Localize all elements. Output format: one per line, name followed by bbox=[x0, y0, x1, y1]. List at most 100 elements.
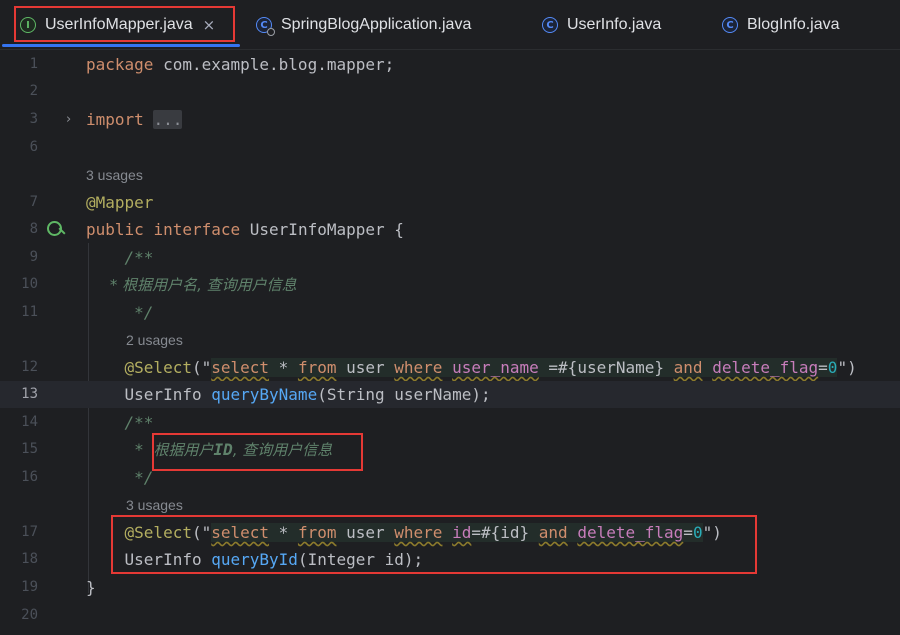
code-text: */ bbox=[86, 464, 153, 491]
code-line[interactable]: 14 /** bbox=[0, 409, 900, 436]
code-line[interactable]: 10 * 根据用户名, 查询用户信息 bbox=[0, 271, 900, 298]
active-tab-indicator bbox=[2, 44, 240, 47]
line-number: 20 bbox=[21, 607, 38, 623]
tab-bloginfo[interactable]: C BlogInfo.java bbox=[722, 0, 840, 50]
tab-label: UserInfo.java bbox=[567, 16, 662, 33]
code-token: * bbox=[86, 440, 154, 459]
code-token: = bbox=[818, 358, 828, 377]
code-token: 0 bbox=[827, 358, 838, 377]
code-token: public bbox=[86, 220, 144, 239]
code-token: * 根据用户名, 查询用户信息 bbox=[86, 276, 297, 294]
code-text: /** bbox=[86, 409, 154, 436]
usages-label[interactable]: 3 usages bbox=[86, 162, 143, 189]
code-token bbox=[702, 358, 713, 377]
fold-expand-icon[interactable]: › bbox=[66, 106, 71, 133]
spring-boot-class-icon: C bbox=[256, 17, 275, 36]
line-number: 19 bbox=[21, 579, 38, 595]
code-text: @Mapper bbox=[86, 189, 153, 216]
line-number: 13 bbox=[21, 386, 38, 402]
code-line[interactable]: 1 package com.example.blog.mapper; bbox=[0, 51, 900, 78]
code-token: select bbox=[211, 358, 270, 377]
line-number: 3 bbox=[29, 111, 38, 127]
class-icon: C bbox=[542, 17, 558, 33]
tab-label: SpringBlogApplication.java bbox=[281, 16, 472, 33]
code-line[interactable]: 11 */ bbox=[0, 299, 900, 326]
usages-label[interactable]: 2 usages bbox=[126, 327, 183, 354]
code-token: */ bbox=[86, 468, 154, 487]
code-line[interactable]: 12 @Select("select * from user where use… bbox=[0, 354, 900, 381]
code-token: com.example.blog.mapper; bbox=[153, 55, 395, 74]
line-number: 7 bbox=[29, 194, 38, 210]
code-token: ... bbox=[153, 110, 183, 129]
tab-userinfo[interactable]: C UserInfo.java bbox=[542, 0, 661, 50]
code-token: =#{userName} bbox=[538, 358, 674, 377]
code-line[interactable]: 13 UserInfo queryByName(String userName)… bbox=[0, 381, 900, 408]
method-highlight-box bbox=[111, 515, 757, 574]
code-token: and bbox=[673, 358, 703, 377]
code-line[interactable]: 15 * 根据用户ID, 查询用户信息 bbox=[0, 436, 900, 463]
code-text: * 根据用户名, 查询用户信息 bbox=[86, 271, 297, 299]
code-token: */ bbox=[86, 303, 154, 322]
usages-hint[interactable]: 3 usages bbox=[0, 162, 900, 189]
code-token: /** bbox=[86, 413, 154, 432]
comment-highlight-box bbox=[152, 433, 363, 471]
tab-label: BlogInfo.java bbox=[747, 16, 840, 33]
code-token: where bbox=[394, 358, 443, 377]
code-line[interactable]: 16 */ bbox=[0, 464, 900, 491]
code-line[interactable]: 6 bbox=[0, 134, 900, 161]
code-token: delete_flag bbox=[712, 358, 819, 377]
code-text: UserInfo queryByName(String userName); bbox=[86, 381, 491, 408]
code-line[interactable]: 2 bbox=[0, 78, 900, 105]
line-number: 15 bbox=[21, 441, 38, 457]
code-line[interactable]: 8 public interface UserInfoMapper { bbox=[0, 216, 900, 243]
line-number: 1 bbox=[29, 56, 38, 72]
code-token: queryByName bbox=[211, 385, 318, 404]
code-token: UserInfo bbox=[86, 385, 212, 404]
code-token: import bbox=[86, 110, 144, 129]
code-token: package bbox=[86, 55, 154, 74]
code-text: } bbox=[86, 574, 96, 601]
line-number: 9 bbox=[29, 249, 38, 265]
code-text: /** bbox=[86, 244, 154, 271]
code-token: UserInfoMapper { bbox=[240, 220, 404, 239]
line-number: 17 bbox=[21, 524, 38, 540]
code-token: (String userName); bbox=[317, 385, 491, 404]
usages-hint[interactable]: 2 usages bbox=[0, 327, 900, 354]
line-number: 12 bbox=[21, 359, 38, 375]
code-token: from bbox=[297, 358, 337, 377]
code-text: */ bbox=[86, 299, 153, 326]
code-text: package com.example.blog.mapper; bbox=[86, 51, 394, 78]
line-number: 2 bbox=[29, 83, 38, 99]
code-token bbox=[442, 358, 453, 377]
code-token: (" bbox=[191, 358, 212, 377]
line-number: 6 bbox=[29, 139, 38, 155]
code-line[interactable]: 3 › import ... bbox=[0, 106, 900, 133]
code-line[interactable]: 19} bbox=[0, 574, 900, 601]
code-line[interactable]: 7 @Mapper bbox=[0, 189, 900, 216]
line-number: 10 bbox=[21, 276, 38, 292]
code-text: import ... bbox=[86, 106, 183, 133]
code-token: user bbox=[336, 358, 395, 377]
code-token: * bbox=[269, 358, 298, 377]
code-token: /** bbox=[86, 248, 154, 267]
line-number: 16 bbox=[21, 469, 38, 485]
class-icon: C bbox=[722, 17, 738, 33]
line-number: 8 bbox=[29, 221, 38, 237]
code-line[interactable]: 9 /** bbox=[0, 244, 900, 271]
editor-tab-bar: I UserInfoMapper.java × C SpringBlogAppl… bbox=[0, 0, 900, 50]
tab-highlight-box bbox=[14, 6, 235, 42]
tab-springblogapplication[interactable]: C SpringBlogApplication.java bbox=[256, 0, 471, 50]
code-token: } bbox=[86, 578, 96, 597]
line-number: 11 bbox=[21, 304, 38, 320]
line-number: 14 bbox=[21, 414, 38, 430]
implemented-icon[interactable] bbox=[47, 221, 62, 236]
code-token: @Mapper bbox=[86, 193, 154, 212]
code-token: user_name bbox=[452, 358, 539, 377]
code-token: @Select bbox=[86, 358, 192, 377]
code-line[interactable]: 20 bbox=[0, 602, 900, 629]
code-text: public interface UserInfoMapper { bbox=[86, 216, 404, 243]
code-token: interface bbox=[153, 220, 241, 239]
code-text: @Select("select * from user where user_n… bbox=[86, 354, 857, 381]
